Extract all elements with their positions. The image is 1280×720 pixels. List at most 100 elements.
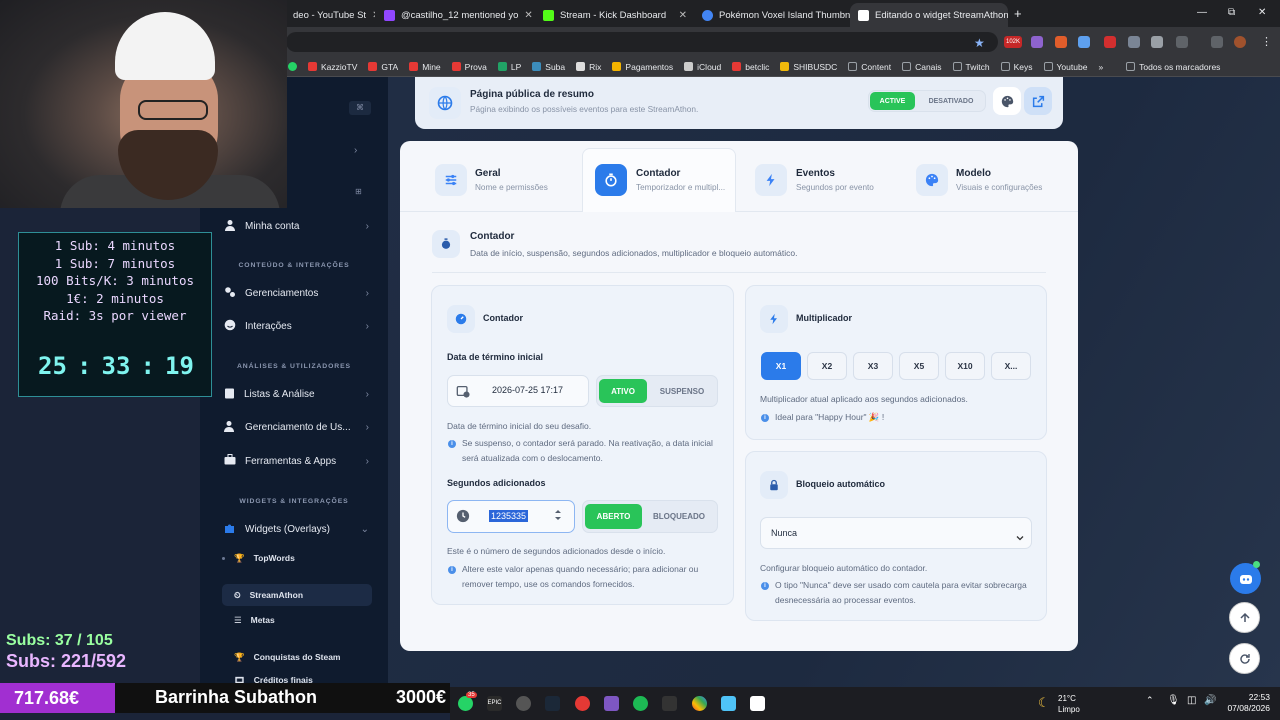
- network-icon[interactable]: ◫: [1187, 695, 1196, 706]
- chevron-right-icon[interactable]: ›: [354, 145, 357, 156]
- tab-geral-title[interactable]: Geral: [475, 168, 501, 179]
- multiplier-x1[interactable]: X1: [761, 352, 801, 380]
- all-bookmarks[interactable]: Todos os marcadores: [1126, 62, 1220, 72]
- blocked-option[interactable]: BLOQUEADO: [644, 504, 714, 529]
- minimize-button[interactable]: —: [1197, 7, 1207, 18]
- sidebar-item-interactions[interactable]: Interações ›: [224, 319, 369, 334]
- sidebar-item-lists[interactable]: Listas & Análise ›: [224, 387, 369, 402]
- notepad-icon[interactable]: [721, 696, 736, 711]
- open-option[interactable]: ABERTO: [585, 504, 642, 529]
- epic-games-icon[interactable]: EPIC: [487, 696, 502, 711]
- scroll-top-button[interactable]: [1229, 602, 1260, 633]
- sidebar-sub-steam[interactable]: 🏆 Conquistas do Steam: [222, 646, 372, 668]
- whatsapp-icon[interactable]: [458, 696, 473, 711]
- avatar[interactable]: [1234, 36, 1246, 48]
- spotify-icon[interactable]: [633, 696, 648, 711]
- multiplier-x10[interactable]: X10: [945, 352, 985, 380]
- close-icon[interactable]: ✕: [679, 10, 687, 21]
- active-option[interactable]: ACTIVE: [870, 92, 915, 110]
- bookmark-folder[interactable]: Twitch: [952, 62, 990, 72]
- open-external-button[interactable]: [1024, 87, 1052, 115]
- bookmark-item[interactable]: Prova: [451, 62, 487, 72]
- bookmark-item[interactable]: KazzioTV: [308, 62, 357, 72]
- extension-icon[interactable]: [1078, 36, 1090, 48]
- extension-icon[interactable]: [1128, 36, 1140, 48]
- bookmark-folder[interactable]: Keys: [1000, 62, 1033, 72]
- stepper-arrows-icon[interactable]: [554, 508, 562, 527]
- tab-kick[interactable]: Stream - Kick Dashboard ✕: [535, 3, 695, 27]
- chrome-icon[interactable]: [692, 696, 707, 711]
- tab-youtube[interactable]: deo - YouTube St ✕: [285, 3, 375, 27]
- palette-button[interactable]: [993, 87, 1021, 115]
- bookmark-item[interactable]: GTA: [368, 62, 398, 72]
- sidebar-sub-streamathon[interactable]: ⏲ StreamAthon: [222, 584, 372, 606]
- inactive-option[interactable]: DESATIVADO: [917, 92, 985, 110]
- sidebar-sub-metas[interactable]: ☰ Metas: [222, 609, 372, 631]
- close-icon[interactable]: ✕: [524, 10, 532, 21]
- tab-eventos-title[interactable]: Eventos: [796, 168, 835, 179]
- menu-dots-icon[interactable]: ⋮: [1261, 35, 1272, 48]
- sidebar-item-tools[interactable]: Ferramentas & Apps ›: [224, 454, 369, 468]
- counter-suspended-option[interactable]: SUSPENSO: [648, 379, 716, 403]
- close-icon[interactable]: ✕: [372, 10, 375, 21]
- sidebar-item-widgets[interactable]: Widgets (Overlays) ⌄: [224, 522, 369, 537]
- app-icon[interactable]: [575, 696, 590, 711]
- volume-icon[interactable]: 🔊: [1204, 695, 1216, 706]
- download-icon[interactable]: [1211, 36, 1223, 48]
- sidebar-sub-topwords[interactable]: 🏆 TopWords: [222, 547, 372, 569]
- bookmark-label: Pagamentos: [625, 61, 674, 72]
- bookmark-item[interactable]: betclic: [732, 62, 769, 72]
- close-window-button[interactable]: ✕: [1258, 7, 1266, 18]
- bookmark-item[interactable]: LP: [497, 62, 521, 72]
- app-icon[interactable]: [662, 696, 677, 711]
- app-icon[interactable]: [604, 696, 619, 711]
- bookmark-item[interactable]: Rix: [576, 62, 601, 72]
- subathon-bar-progress: 717.68€: [0, 683, 115, 713]
- tab-streamathon-active[interactable]: Editando o widget StreamAthon ✕: [850, 3, 1008, 27]
- counter-active-option[interactable]: ATIVO: [599, 379, 647, 403]
- multiplier-x2[interactable]: X2: [807, 352, 847, 380]
- weather-widget[interactable]: 21°C Limpo: [1058, 693, 1080, 715]
- seconds-value[interactable]: 1235335: [489, 510, 529, 522]
- tab-pokemon[interactable]: Pokémon Voxel Island Thumbn ✕: [694, 3, 854, 27]
- sidebar-item-management[interactable]: Gerenciamentos ›: [224, 286, 369, 301]
- multiplier-x3[interactable]: X3: [853, 352, 893, 380]
- refresh-button[interactable]: [1229, 643, 1260, 674]
- microphone-icon[interactable]: 🎙: [1167, 695, 1180, 706]
- sidebar-item-user-management[interactable]: Gerenciamento de Us... ›: [224, 420, 369, 435]
- star-icon[interactable]: ★: [974, 36, 985, 50]
- tab-twitch-mention[interactable]: @castilho_12 mentioned yo ✕: [376, 3, 536, 27]
- extension-badge[interactable]: 102K: [1004, 36, 1022, 48]
- new-tab-button[interactable]: +: [1014, 6, 1022, 21]
- multiplier-custom[interactable]: X...: [991, 352, 1031, 380]
- extension-icon[interactable]: [1151, 36, 1163, 48]
- multiplier-x5[interactable]: X5: [899, 352, 939, 380]
- bookmark-item[interactable]: SHIBUSDC: [780, 62, 837, 72]
- extension-icon[interactable]: [1031, 36, 1043, 48]
- tab-modelo-title[interactable]: Modelo: [956, 168, 991, 179]
- bookmark-folder[interactable]: Content: [848, 62, 891, 72]
- sidebar-item-account[interactable]: Minha conta ›: [224, 219, 369, 234]
- autolock-select[interactable]: [760, 517, 1032, 549]
- bookmark-folder[interactable]: Canais: [902, 62, 942, 72]
- more-bookmarks[interactable]: »: [1098, 62, 1103, 72]
- obs-icon[interactable]: [516, 696, 531, 711]
- end-date-value[interactable]: 2026-07-25 17:17: [492, 385, 563, 395]
- bookmark-item[interactable]: [288, 62, 297, 71]
- grid-icon[interactable]: ⊞: [355, 187, 362, 196]
- extension-icon[interactable]: [1104, 36, 1116, 48]
- app-icon[interactable]: [750, 696, 765, 711]
- bookmark-item[interactable]: Mine: [409, 62, 441, 72]
- bookmark-folder[interactable]: Youtube: [1043, 62, 1087, 72]
- extension-icon[interactable]: [1055, 36, 1067, 48]
- steam-icon[interactable]: [545, 696, 560, 711]
- bookmark-item[interactable]: Suba: [532, 62, 565, 72]
- bookmark-item[interactable]: iCloud: [684, 62, 721, 72]
- chevron-up-icon[interactable]: ⌃: [1146, 695, 1154, 706]
- tab-contador-title[interactable]: Contador: [636, 168, 680, 179]
- address-bar[interactable]: [286, 32, 998, 52]
- system-clock[interactable]: 22:53 07/08/2026: [1222, 692, 1270, 714]
- restore-button[interactable]: ⧉: [1228, 7, 1235, 18]
- bookmark-item[interactable]: Pagamentos: [612, 62, 673, 72]
- puzzle-icon[interactable]: [1176, 36, 1188, 48]
